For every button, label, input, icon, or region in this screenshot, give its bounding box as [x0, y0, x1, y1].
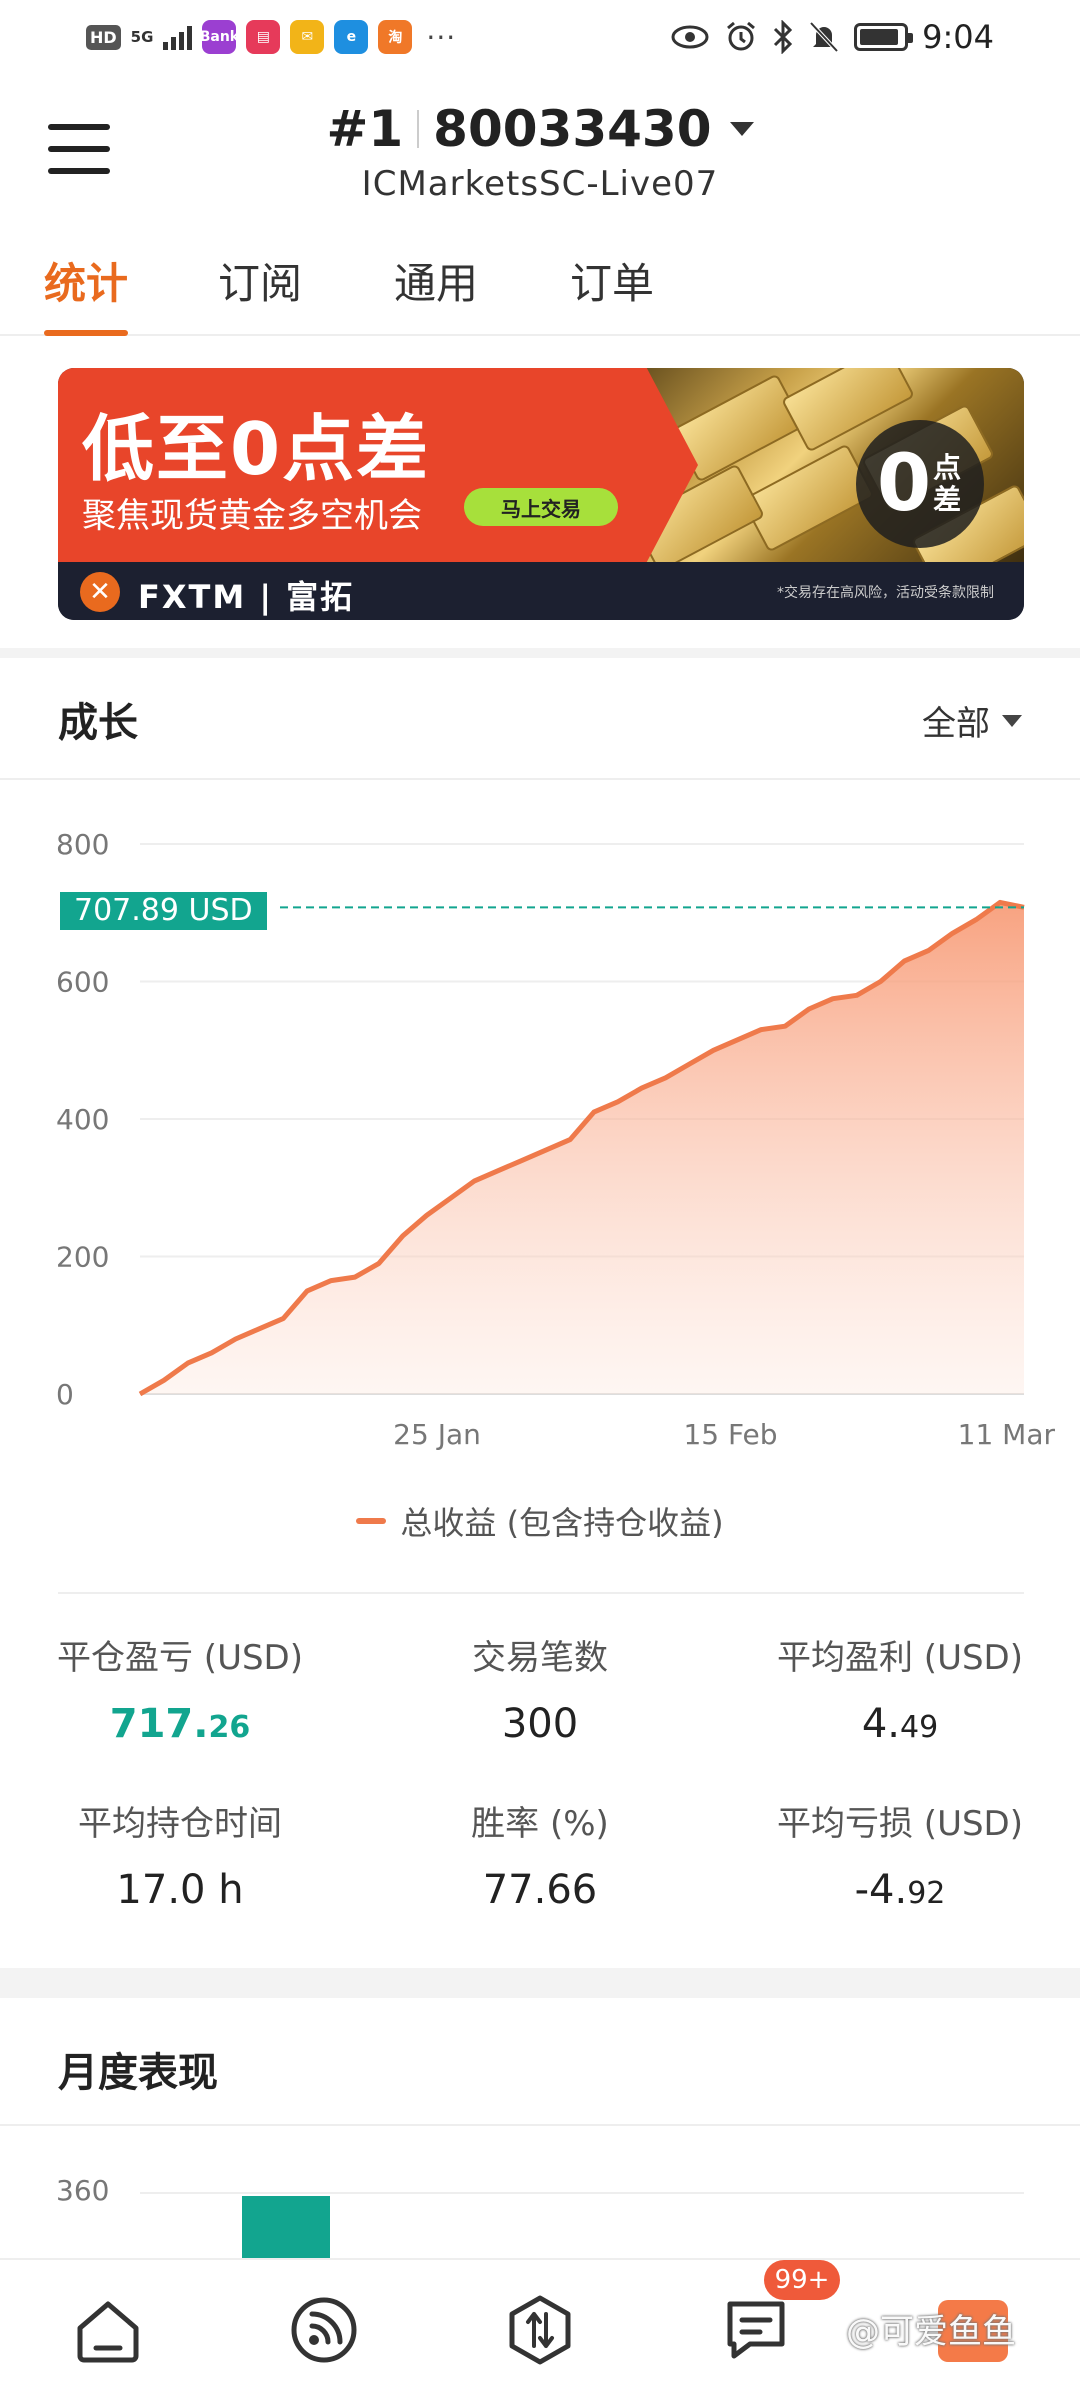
badge-number: 0	[876, 439, 932, 529]
chevron-down-icon	[1002, 714, 1022, 727]
account-number: 80033430	[433, 100, 712, 158]
stat-value: 17.0 h	[116, 1867, 244, 1913]
browser-app-icon: e	[334, 20, 369, 54]
nav-signals[interactable]	[284, 2290, 364, 2370]
stat-win-rate: 胜率 (%) 77.66	[360, 1796, 720, 1913]
alarm-icon	[727, 21, 756, 51]
battery-icon	[854, 23, 914, 51]
divider	[0, 778, 1080, 780]
stat-label: 交易笔数	[472, 1638, 608, 1678]
growth-area	[140, 902, 1024, 1394]
message-icon	[727, 2301, 785, 2359]
status-bar: HD 5G Bank ▤ ✉ e 淘 ··· 9:04	[0, 0, 1080, 78]
fxtm-logo-icon: ✕	[80, 572, 120, 612]
banner-subline: 聚焦现货黄金多空机会	[82, 496, 422, 536]
growth-title: 成长	[58, 700, 138, 746]
badge-text: 点差	[933, 451, 962, 516]
chart-legend: 总收益 (包含持仓收益)	[0, 1498, 1080, 1544]
eye-icon	[671, 25, 709, 49]
hd-indicator: HD	[86, 24, 121, 50]
tab-bar: 统计 订阅 通用 订单	[0, 238, 1080, 336]
nav-trade[interactable]	[500, 2290, 580, 2370]
x-tick-label: 25 Jan	[393, 1418, 481, 1451]
account-selector[interactable]: #1 80033430 ICMarketsSC-Live07	[0, 100, 1080, 204]
bank-app-icon: Bank	[200, 20, 239, 54]
y-tick-label: 0	[56, 1378, 74, 1411]
monthly-axis-label: 360	[56, 2174, 110, 2207]
section-separator	[0, 1968, 1080, 1998]
divider	[417, 110, 420, 148]
brand-name: FXTM | 富拓	[138, 578, 355, 616]
section-separator	[0, 648, 1080, 658]
range-label: 全部	[922, 704, 990, 744]
x-tick-label: 11 Mar	[958, 1418, 1056, 1451]
signal-icon	[291, 2297, 357, 2363]
divider	[0, 2124, 1080, 2126]
tab-statistics[interactable]: 统计	[44, 250, 129, 336]
nav-home[interactable]	[68, 2290, 148, 2370]
monthly-title: 月度表现	[58, 2050, 218, 2096]
account-rank: #1	[326, 100, 404, 158]
stat-value: -4.92	[854, 1867, 946, 1913]
divider	[58, 1592, 1024, 1594]
monthly-bar[interactable]	[242, 2196, 330, 2258]
signal-strength-icon	[163, 24, 193, 50]
current-value-flag: 707.89 USD	[60, 892, 267, 930]
legend-swatch	[356, 1518, 387, 1524]
bluetooth-icon	[774, 20, 793, 54]
stats-grid: 平仓盈亏 (USD) 717.26 交易笔数 300 平均盈利 (USD) 4.…	[0, 1630, 1080, 1930]
legend-label: 总收益 (包含持仓收益)	[400, 1504, 724, 1542]
stat-value: 4.49	[861, 1701, 939, 1747]
stat-label: 平均持仓时间	[78, 1804, 282, 1844]
stat-closed-pl: 平仓盈亏 (USD) 717.26	[0, 1630, 360, 1747]
trade-now-button[interactable]: 马上交易	[464, 488, 618, 526]
chevron-down-icon[interactable]	[729, 122, 754, 136]
zero-spread-badge: 0 点差	[856, 420, 984, 548]
stat-value: 717.26	[109, 1701, 251, 1747]
stat-label: 胜率 (%)	[471, 1804, 609, 1844]
stat-avg-hold-time: 平均持仓时间 17.0 h	[0, 1796, 360, 1913]
tab-general[interactable]: 通用	[394, 250, 478, 336]
stat-label: 平仓盈亏 (USD)	[57, 1638, 303, 1678]
tab-orders[interactable]: 订单	[570, 250, 654, 336]
trade-icon	[509, 2295, 571, 2365]
message-count-badge: 99+	[764, 2260, 840, 2300]
stat-trades: 交易笔数 300	[360, 1630, 720, 1747]
home-icon	[77, 2301, 139, 2363]
stat-avg-loss: 平均亏损 (USD) -4.92	[720, 1796, 1080, 1913]
stat-label: 平均亏损 (USD)	[777, 1804, 1023, 1844]
taobao-app-icon: 淘	[378, 20, 413, 54]
book-app-icon: ▤	[246, 20, 281, 54]
watermark: @可爱鱼鱼	[846, 2312, 1016, 2352]
disclaimer: *交易存在高风险，活动受条款限制	[777, 585, 994, 601]
range-selector[interactable]: 全部	[922, 696, 1022, 745]
mute-icon	[809, 21, 839, 53]
x-tick-label: 15 Feb	[683, 1418, 777, 1451]
monthly-gridline	[140, 2192, 1024, 2194]
stat-value: 300	[501, 1701, 579, 1747]
more-notifications-icon: ···	[426, 20, 457, 54]
growth-chart: 800 600 400 200 0 25 Jan 15 Feb 11 Mar 707.89 U…	[0, 800, 1080, 1580]
y-tick-label: 200	[56, 1241, 109, 1274]
clock: 9:04	[922, 18, 994, 56]
stat-avg-profit: 平均盈利 (USD) 4.49	[720, 1630, 1080, 1747]
tab-subscribe[interactable]: 订阅	[218, 250, 302, 336]
banner-footer: ✕ FXTM | 富拓 *交易存在高风险，活动受条款限制	[58, 562, 1024, 620]
mail-app-icon: ✉	[290, 20, 325, 54]
app-header: #1 80033430 ICMarketsSC-Live07	[0, 78, 1080, 218]
network-type: 5G	[130, 28, 154, 46]
stat-label: 平均盈利 (USD)	[777, 1638, 1023, 1678]
y-tick-label: 400	[56, 1103, 109, 1136]
server-name: ICMarketsSC-Live07	[361, 164, 719, 204]
promo-banner[interactable]: 低至0点差 聚焦现货黄金多空机会 马上交易 0 点差 ✕ FXTM | 富拓 *…	[58, 368, 1024, 620]
nav-messages[interactable]	[716, 2290, 796, 2370]
y-tick-label: 600	[56, 966, 109, 999]
banner-headline: 低至0点差	[82, 407, 431, 491]
y-tick-label: 800	[56, 828, 109, 861]
stat-value: 77.66	[482, 1867, 598, 1913]
